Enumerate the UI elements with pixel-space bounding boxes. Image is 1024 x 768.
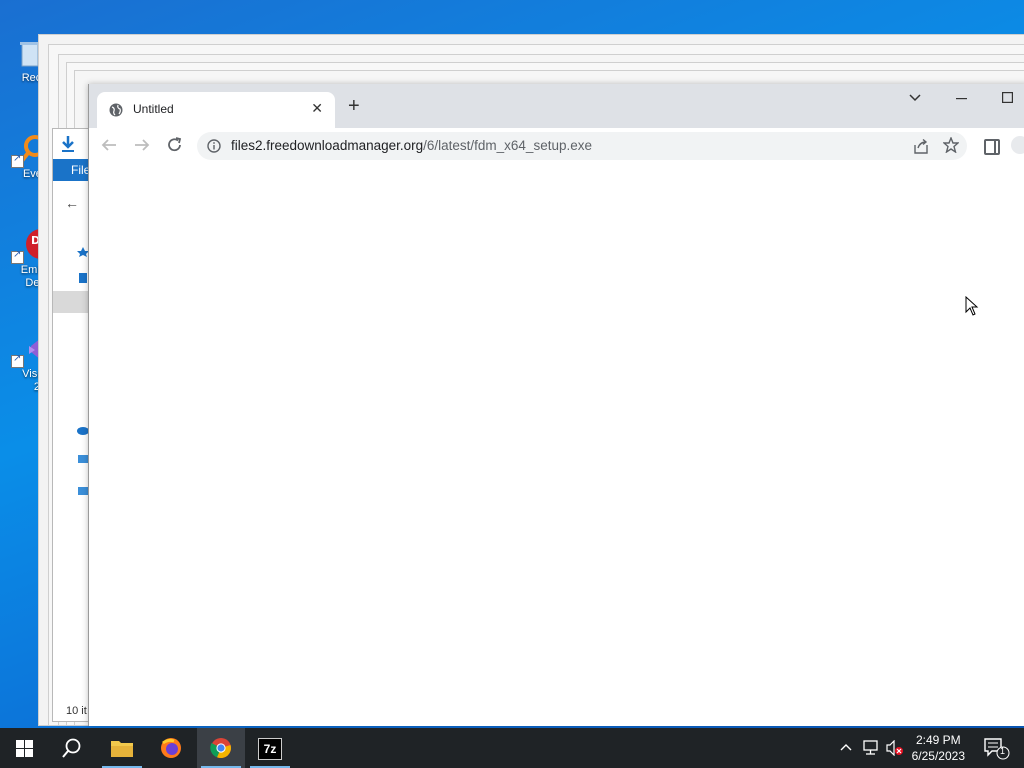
mouse-cursor-icon [965, 296, 979, 316]
volume-muted-icon[interactable] [886, 740, 904, 756]
explorer-status-item-count: 10 it [66, 705, 87, 717]
share-icon[interactable] [913, 139, 929, 154]
search-icon [62, 738, 81, 758]
chrome-window[interactable]: Untitled ✕ + files2.freedownloadmanager.… [88, 84, 1024, 726]
shortcut-arrow-icon [11, 153, 24, 168]
clock-time: 2:49 PM [915, 733, 961, 747]
browser-toolbar: files2.freedownloadmanager.org/6/latest/… [89, 128, 1024, 165]
taskbar-file-explorer[interactable] [98, 728, 146, 768]
notification-icon [984, 738, 1010, 760]
taskbar-7zip[interactable]: 7z [246, 728, 294, 768]
tab-untitled[interactable]: Untitled ✕ [97, 92, 335, 128]
chrome-icon [210, 738, 231, 759]
globe-icon [109, 103, 123, 117]
minimize-icon[interactable] [956, 98, 967, 100]
notification-count-badge: 1 [1000, 746, 1006, 756]
reload-icon[interactable] [167, 137, 183, 153]
firefox-icon [161, 738, 181, 758]
search-button[interactable] [48, 728, 96, 768]
page-content-blank[interactable] [89, 164, 1024, 726]
shortcut-arrow-icon [11, 353, 24, 368]
back-arrow-icon[interactable] [101, 138, 117, 152]
tab-search-chevron-icon[interactable] [909, 94, 921, 102]
windows-logo-icon [16, 740, 33, 757]
start-button[interactable] [0, 728, 48, 768]
profile-avatar-icon[interactable] [1011, 136, 1024, 154]
bookmark-star-icon[interactable] [943, 137, 959, 153]
taskbar: 7z 2:49 PM 6/25/2023 1 [0, 728, 1024, 768]
new-tab-button[interactable]: + [348, 96, 360, 116]
folder-icon [111, 741, 133, 757]
clock-date: 6/25/2023 [911, 749, 965, 763]
tab-title: Untitled [133, 102, 174, 116]
tab-strip: Untitled ✕ + [89, 84, 1024, 128]
url-text[interactable]: files2.freedownloadmanager.org/6/latest/… [231, 138, 592, 153]
action-center-button[interactable]: 1 [976, 728, 1024, 768]
taskbar-chrome[interactable] [197, 728, 245, 768]
site-info-icon[interactable] [207, 139, 221, 153]
tab-close-icon[interactable]: ✕ [311, 100, 323, 117]
shortcut-arrow-icon [11, 249, 24, 264]
url-path: /6/latest/fdm_x64_setup.exe [423, 138, 592, 153]
side-panel-icon[interactable] [984, 139, 1000, 155]
maximize-icon[interactable] [1002, 92, 1013, 103]
seven-zip-icon: 7z [258, 738, 282, 760]
address-bar[interactable]: files2.freedownloadmanager.org/6/latest/… [197, 132, 967, 160]
explorer-back-button[interactable]: ← [65, 195, 79, 211]
forward-arrow-icon[interactable] [134, 138, 150, 152]
network-icon[interactable] [863, 740, 879, 756]
taskbar-clock[interactable]: 2:49 PM 6/25/2023 [912, 732, 965, 764]
show-hidden-icons-chevron-icon[interactable] [840, 743, 852, 751]
url-host: files2.freedownloadmanager.org [231, 138, 424, 153]
taskbar-firefox[interactable] [147, 728, 195, 768]
download-arrow-icon [62, 136, 74, 152]
